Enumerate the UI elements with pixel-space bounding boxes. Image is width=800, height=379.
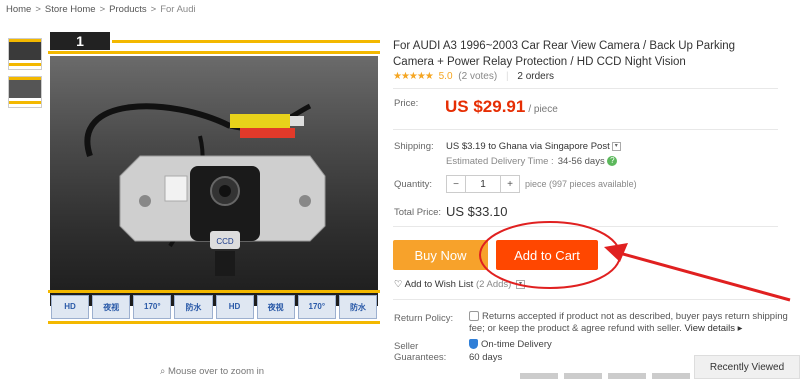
zoom-hint: ⌕ Mouse over to zoom in <box>160 366 265 377</box>
heart-icon: ♡ <box>394 279 403 290</box>
image-badge: 1 <box>50 32 110 50</box>
add-to-wishlist-link[interactable]: ♡ Add to Wish List (2 Adds) ▾ <box>394 279 525 290</box>
shield-icon <box>469 339 478 350</box>
quantity-label: Quantity: <box>394 179 433 190</box>
feature-hd-icon: HD <box>51 295 90 319</box>
breadcrumb: Home > Store Home > Products > For Audi <box>6 4 196 15</box>
vote-count[interactable]: (2 votes) <box>458 71 497 82</box>
thumbnail-1[interactable] <box>8 38 42 70</box>
guarantee-days: 60 days <box>469 352 503 363</box>
recently-viewed-tab[interactable]: Recently Viewed <box>694 355 800 379</box>
delivery-estimate: Estimated Delivery Time :34-56 days ? <box>446 156 618 167</box>
order-count: 2 orders <box>517 71 555 82</box>
price-label: Price: <box>394 98 419 109</box>
star-rating-icon: ★★★★★ <box>393 71 434 82</box>
breadcrumb-store-home[interactable]: Store Home <box>45 4 96 15</box>
seller-guarantees-label: Seller Guarantees: <box>394 341 447 363</box>
quantity-decrease-button[interactable]: − <box>447 176 465 192</box>
rating-row: ★★★★★ 5.0 (2 votes) | 2 orders <box>393 71 555 82</box>
breadcrumb-home[interactable]: Home <box>6 4 31 15</box>
breadcrumb-products[interactable]: Products <box>109 4 147 15</box>
return-icon <box>469 311 479 322</box>
feature-wide-angle-icon: 170° <box>133 295 172 319</box>
feature-icons-strip: HD 夜视 170° 防水 HD 夜视 170° 防水 <box>48 290 380 324</box>
quantity-stepper[interactable]: − 1 + <box>446 175 520 193</box>
guarantee-on-time-delivery: On-time Delivery <box>469 339 552 350</box>
rating-score: 5.0 <box>438 71 453 82</box>
feature-waterproof-icon: 防水 <box>338 295 377 319</box>
camera-label: CCD <box>216 237 234 246</box>
chevron-down-icon[interactable]: ▾ <box>611 141 621 151</box>
feature-night-vision-icon: 夜视 <box>92 295 131 319</box>
breadcrumb-current[interactable]: For Audi <box>160 4 195 15</box>
payment-icons-strip <box>520 373 690 379</box>
shipping-label: Shipping: <box>394 141 434 152</box>
quantity-increase-button[interactable]: + <box>501 176 519 192</box>
return-policy-label: Return Policy: <box>394 313 454 324</box>
view-details-link[interactable]: View details ▸ <box>684 323 742 334</box>
magnifier-icon: ⌕ <box>160 366 166 377</box>
add-to-cart-button[interactable]: Add to Cart <box>496 240 598 270</box>
buy-now-button[interactable]: Buy Now <box>393 240 488 270</box>
chevron-down-icon[interactable]: ▾ <box>515 279 525 289</box>
total-price-label: Total Price: <box>394 207 441 218</box>
total-price-value: US $33.10 <box>446 204 508 219</box>
return-policy-text: Returns accepted if product not as descr… <box>469 311 788 334</box>
camera-photo: CCD <box>50 56 378 306</box>
feature-wide-angle-icon: 170° <box>297 295 336 319</box>
feature-hd-icon: HD <box>215 295 254 319</box>
product-title: For AUDI A3 1996~2003 Car Rear View Came… <box>393 40 736 68</box>
help-icon[interactable]: ? <box>607 156 618 167</box>
feature-waterproof-icon: 防水 <box>174 295 213 319</box>
feature-night-vision-icon: 夜视 <box>256 295 295 319</box>
availability-text: piece (997 pieces available) <box>525 179 637 189</box>
shipping-selector[interactable]: US $3.19 to Ghana via Singapore Post ▾ <box>446 141 621 152</box>
price-value: US $29.91/ piece <box>445 97 558 116</box>
quantity-input[interactable]: 1 <box>465 176 501 192</box>
thumbnail-2[interactable] <box>8 76 42 108</box>
main-product-image[interactable]: 1 CCD HD 夜视 170° 防水 HD 夜视 170° 防水 <box>48 32 380 324</box>
